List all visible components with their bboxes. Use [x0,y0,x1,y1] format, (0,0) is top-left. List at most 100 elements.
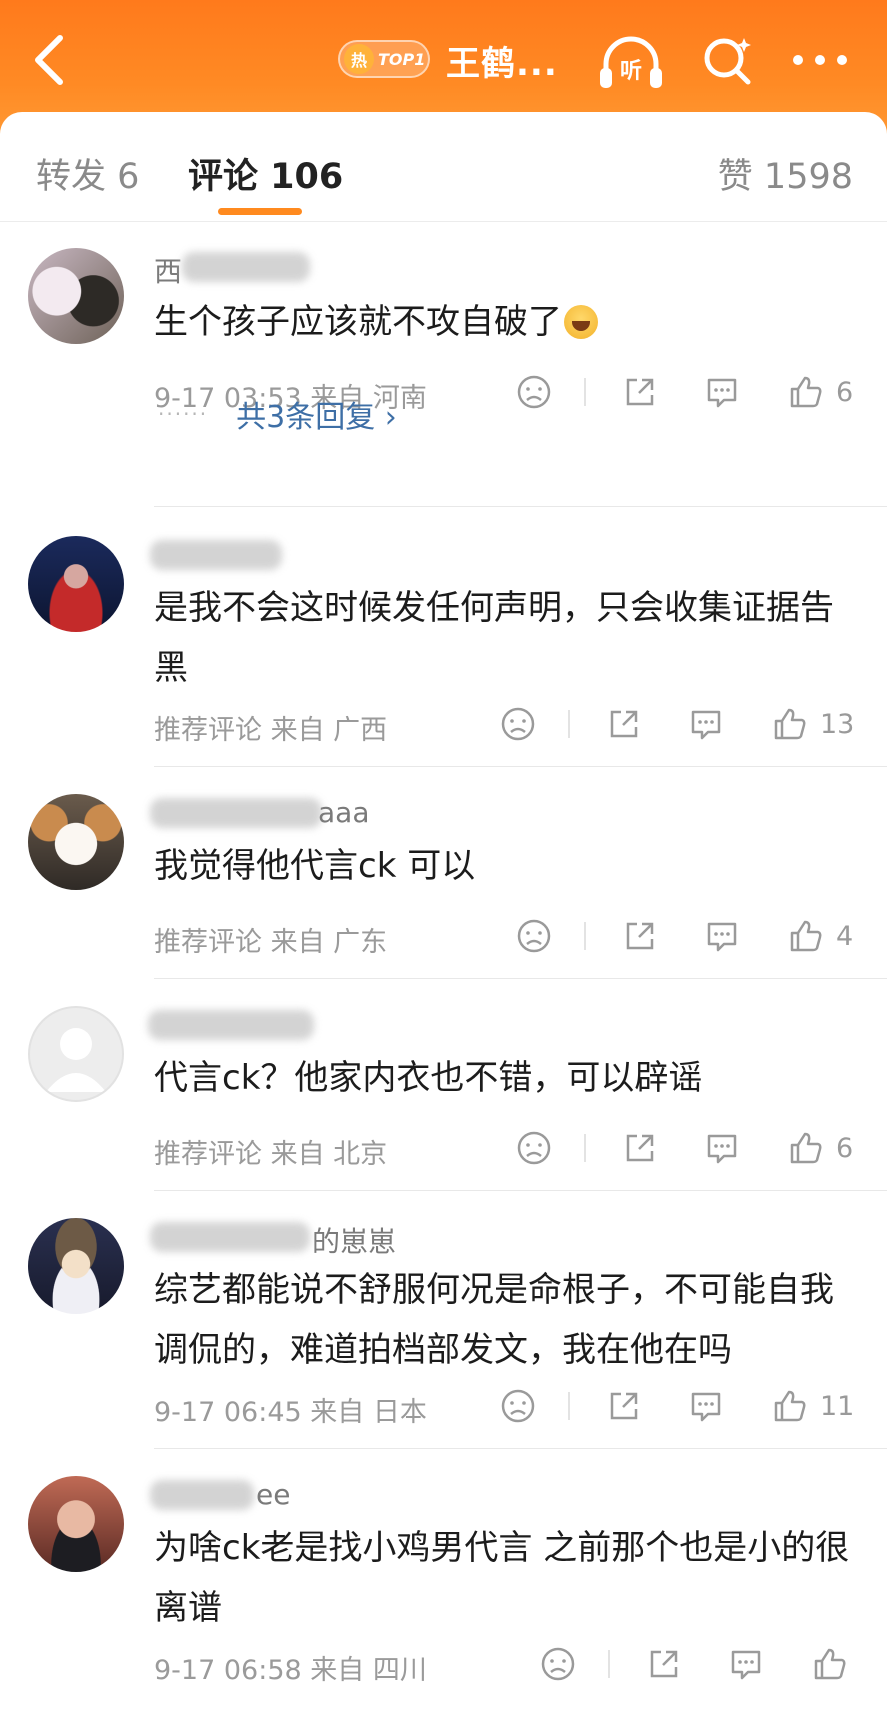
share-button[interactable] [606,704,642,744]
like-button[interactable]: 6 [788,372,853,412]
avatar[interactable] [28,536,124,632]
like-button[interactable]: 13 [772,704,854,744]
reply-button[interactable] [728,1644,764,1684]
username-blur [182,252,310,282]
dislike-button[interactable] [500,704,536,744]
avatar[interactable] [28,1006,124,1102]
share-button[interactable] [646,1644,682,1684]
share-button[interactable] [622,1128,658,1168]
comment-icon [731,1650,761,1680]
thumbs-up-icon [790,376,822,408]
comment-icon [707,1134,737,1164]
avatar[interactable] [28,1218,124,1314]
avatar[interactable] [28,1476,124,1572]
tab-bar: 转发 6 评论 106 赞 1598 [0,112,887,222]
default-avatar-icon [46,1028,106,1092]
comment-item: ee 为啥ck老是找小鸡男代言 之前那个也是小的很离谱 9-17 06:58 来… [0,1448,887,1732]
thumbs-up-icon [774,708,806,740]
reply-button[interactable] [704,372,740,412]
frown-face-icon [517,919,551,953]
username[interactable]: 的崽崽 [312,1220,396,1260]
comment-text: 代言ck？他家内衣也不错，可以辟谣 [154,1058,703,1098]
dislike-button[interactable] [516,916,552,956]
like-button[interactable]: 6 [788,1128,853,1168]
hot-icon: 热 [344,44,374,74]
comment-actions [0,1644,887,1684]
share-button[interactable] [606,1386,642,1426]
thumbs-up-icon [774,1390,806,1422]
comment-actions: 6 [0,372,887,412]
chevron-left-icon [35,35,63,85]
listen-button[interactable]: 听 [596,32,666,92]
tab-repost[interactable]: 转发 6 [36,148,139,199]
avatar[interactable] [28,794,124,890]
tab-comments[interactable]: 评论 106 [188,148,343,199]
action-divider [568,1392,570,1420]
like-button[interactable]: 4 [788,916,853,956]
dislike-button[interactable] [500,1386,536,1426]
avatar[interactable] [28,248,124,344]
reply-button[interactable] [704,916,740,956]
like-button[interactable]: 11 [772,1386,854,1426]
username[interactable]: aaa [318,796,369,829]
more-button[interactable] [790,42,850,78]
frown-face-icon [501,707,535,741]
username-blur [148,1010,314,1040]
comment-text: 生个孩子应该就不攻自破了 [154,292,864,352]
comment-item: 的崽崽 综艺都能说不舒服何况是命根子，不可能自我调侃的，难道拍档部发文，我在他在… [0,1190,887,1449]
username-blur [150,798,322,828]
comment-icon [707,922,737,952]
dislike-button[interactable] [516,1128,552,1168]
username-blur [150,1480,254,1510]
like-button[interactable] [812,1644,860,1684]
comment-item: 是我不会这时候发任何声明，只会收集证据告黑 推荐评论 来自 广西 13 [0,508,887,767]
svg-text:听: 听 [620,59,642,84]
like-count: 11 [820,1390,855,1422]
view-replies-link[interactable]: ······ 共3条回复 › [158,392,397,436]
action-divider [568,710,570,738]
like-count: 13 [820,708,855,740]
frown-face-icon [501,1389,535,1423]
thumbs-up-icon [790,1132,822,1164]
reply-button[interactable] [688,1386,724,1426]
comment-icon [691,710,721,740]
comment-text: 为啥ck老是找小鸡男代言 之前那个也是小的很离谱 [154,1528,850,1628]
thumbs-up-icon [790,920,822,952]
reply-button[interactable] [704,1128,740,1168]
page-title[interactable]: 王鹤... [446,36,558,85]
like-count: 6 [836,376,854,408]
comment-text: 是我不会这时候发任何声明，只会收集证据告黑 [154,588,834,688]
replies-label: 共3条回复 › [236,400,397,435]
tab-active-indicator [218,208,302,215]
action-divider [584,922,586,950]
share-icon [610,1392,638,1420]
action-divider [608,1650,610,1678]
reply-button[interactable] [688,704,724,744]
search-button[interactable] [700,30,758,90]
share-button[interactable] [622,916,658,956]
frown-face-icon [541,1647,575,1681]
search-icon [704,38,751,85]
more-dots-icon [793,55,847,65]
action-divider [584,1134,586,1162]
share-button[interactable] [622,372,658,412]
comment-icon [691,1392,721,1422]
username-blur [150,540,282,570]
like-count: 4 [836,920,854,952]
laugh-cry-emoji-icon [564,305,598,339]
share-icon [650,1650,678,1678]
comment-divider [154,506,887,507]
tab-likes[interactable]: 赞 1598 [718,148,853,199]
hot-rank-badge[interactable]: 热 TOP1 [338,40,430,78]
username[interactable]: ee [256,1478,290,1511]
dislike-button[interactable] [516,372,552,412]
reply-dots: ······ [158,402,209,426]
comment-icon [707,378,737,408]
comment-item: 代言ck？他家内衣也不错，可以辟谣 推荐评论 来自 北京 6 [0,978,887,1191]
dislike-button[interactable] [540,1644,576,1684]
username[interactable]: 西 [154,250,182,290]
comment-actions: 11 [0,1386,887,1426]
action-divider [584,378,586,406]
back-button[interactable] [28,30,72,90]
thumbs-up-icon [814,1648,846,1680]
